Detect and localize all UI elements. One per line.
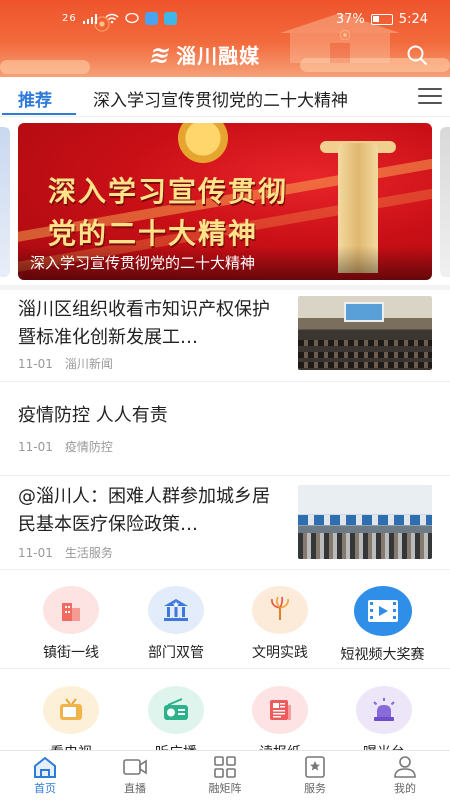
nav-home[interactable]: 首页 [0,755,90,796]
video-icon [123,759,147,775]
bottom-navigation: 首页 直播 融矩阵 服务 我的 [0,750,450,800]
news-item[interactable]: 疫情防控 人人有责 11-01 疫情防控 [0,382,450,476]
banner-caption: 深入学习宣传贯彻党的二十大精神 [30,254,256,272]
building-icon [43,586,99,634]
news-title: 疫情防控 人人有责 [18,405,168,426]
banner-slide[interactable]: 深入学习宣传贯彻 党的二十大精神 深入学习宣传贯彻党的二十大精神 [18,123,432,280]
banner-carousel[interactable]: 深入学习宣传贯彻 党的二十大精神 深入学习宣传贯彻党的二十大精神 [0,123,450,283]
service-label: 文明实践 [252,645,308,661]
service-town-frontline[interactable]: 镇街一线 [15,586,127,662]
news-source: 淄川新闻 [64,357,113,371]
news-title: @淄川人：困难人群参加城乡居民基本医疗保险政策… [18,486,270,535]
news-title: 淄川区组织收看市知识产权保护暨标准化创新发展工… [18,299,270,348]
banner-next-peek[interactable] [440,127,450,277]
news-meta: 11-01 疫情防控 [18,438,113,455]
battery-percent: 37% [335,12,365,27]
tv-icon [43,686,99,734]
newspaper-icon [252,686,308,734]
nav-label: 融矩阵 [208,782,242,795]
search-icon[interactable] [406,44,428,66]
nav-label: 服务 [304,782,326,795]
active-tab-indicator [2,113,76,115]
banner-slogan: 深入学习宣传贯彻 党的二十大精神 [48,175,289,250]
film-icon [353,586,412,636]
home-icon [34,756,56,778]
siren-icon [356,686,412,734]
status-bar: 26 37% 5:24 [0,8,450,32]
person-icon [394,756,416,778]
cloud-decoration [0,60,90,74]
logo-mark-icon: ≋ [147,40,174,69]
news-source: 疫情防控 [64,440,113,454]
channel-menu-icon[interactable] [418,88,442,106]
news-meta: 11-01 生活服务 [18,544,113,561]
app-notification-icon [144,12,158,25]
nav-label: 直播 [124,782,146,795]
news-date: 11-01 [18,440,53,454]
tab-special-topic[interactable]: 深入学习宣传贯彻党的二十大精神 [93,86,348,111]
logo-text: 淄川融媒 [176,44,261,68]
torch-icon [252,586,308,634]
news-thumbnail [298,296,432,370]
channel-tabs: 推荐 深入学习宣传贯彻党的二十大精神 [0,77,450,117]
app-logo: ≋ 淄川融媒 [147,40,261,69]
nav-services[interactable]: 服务 [270,755,360,796]
signal-indicator: 26 [62,13,77,24]
news-thumbnail [298,485,432,559]
nav-live[interactable]: 直播 [90,755,180,796]
nav-label: 首页 [34,782,56,795]
news-date: 11-01 [18,546,53,560]
service-dept-dual[interactable]: 部门双管 [120,586,232,662]
banner-previous-peek[interactable] [0,127,10,277]
nav-profile[interactable]: 我的 [360,755,450,796]
service-short-video-contest[interactable]: 短视频大奖赛 [325,586,440,664]
wifi-icon [105,13,119,24]
news-date: 11-01 [18,357,53,371]
grid-divider [0,668,450,669]
service-civilization-practice[interactable]: 文明实践 [224,586,336,662]
clock: 5:24 [398,12,428,27]
nav-media-matrix[interactable]: 融矩阵 [180,755,270,796]
radio-icon [148,686,204,734]
news-source: 生活服务 [64,546,113,560]
news-item[interactable]: 淄川区组织收看市知识产权保护暨标准化创新发展工… 11-01 淄川新闻 [0,290,450,382]
bookmark-star-icon [305,756,325,778]
search-app-notification-icon [163,12,177,25]
service-grid-row: 镇街一线 部门双管 文明实践 短视频大奖赛 [0,586,450,676]
grid-icon [214,756,236,778]
battery-icon [370,14,393,25]
chat-icon [125,12,139,23]
app-header: 26 37% 5:24 ≋ 淄川融媒 [0,0,450,77]
service-label: 部门双管 [148,645,204,661]
signal-icon [82,13,97,24]
service-label: 短视频大奖赛 [340,647,425,663]
tab-recommend[interactable]: 推荐 [18,86,52,111]
nav-label: 我的 [394,782,416,795]
government-icon [148,586,204,634]
service-label: 镇街一线 [43,645,99,661]
party-emblem-decoration [168,123,238,173]
news-item[interactable]: @淄川人：困难人群参加城乡居民基本医疗保险政策… 11-01 生活服务 [0,476,450,570]
news-meta: 11-01 淄川新闻 [18,355,113,372]
